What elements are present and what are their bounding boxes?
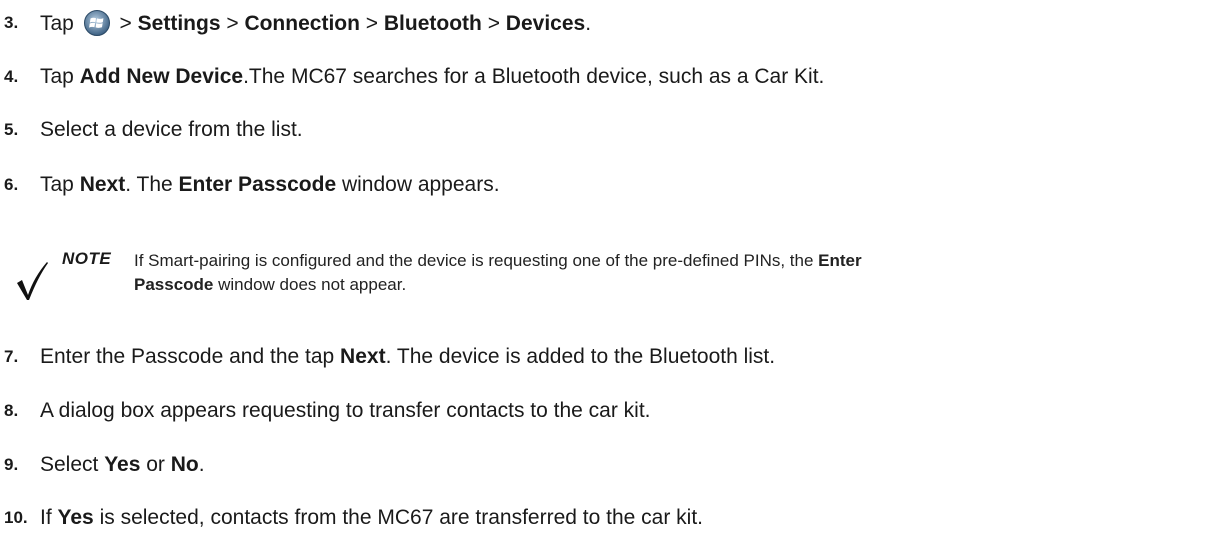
bold-term: Yes bbox=[57, 506, 94, 529]
bold-term: Add New Device bbox=[79, 65, 244, 88]
text-run: > bbox=[119, 12, 138, 35]
text-run: Enter the Passcode and the tap bbox=[40, 345, 341, 368]
step-number: 7. bbox=[4, 347, 19, 366]
text-run: . bbox=[585, 12, 592, 35]
step-4: 4. Tap Add New Device.The MC67 searches … bbox=[0, 62, 824, 92]
text-run: . bbox=[198, 453, 205, 476]
step-text: Tap > Settings > Connection > Bluetooth … bbox=[40, 10, 591, 36]
step-number: 6. bbox=[4, 175, 19, 194]
bold-term: Passcode bbox=[134, 275, 214, 294]
step-text: Select a device from the list. bbox=[40, 118, 303, 142]
bold-term: Devices bbox=[505, 12, 586, 35]
bold-term: Bluetooth bbox=[383, 12, 482, 35]
step-10: 10. If Yes is selected, contacts from th… bbox=[0, 503, 703, 533]
bold-term: Enter Passcode bbox=[178, 173, 337, 196]
step-7: 7. Enter the Passcode and the tap Next. … bbox=[0, 342, 775, 372]
step-number: 8. bbox=[4, 401, 19, 420]
bold-term: Connection bbox=[244, 12, 360, 35]
step-text: Select Yes or No. bbox=[40, 453, 205, 477]
step-number: 3. bbox=[4, 13, 19, 32]
text-run: > bbox=[220, 12, 245, 35]
bold-term: No bbox=[170, 453, 199, 476]
text-run: . The bbox=[125, 173, 179, 196]
step-6: 6. Tap Next. The Enter Passcode window a… bbox=[0, 170, 500, 200]
text-run: > bbox=[481, 12, 506, 35]
step-5: 5. Select a device from the list. bbox=[0, 115, 303, 145]
note-label: NOTE bbox=[62, 249, 112, 268]
bold-term: Next bbox=[79, 173, 126, 196]
text-run: Tap bbox=[40, 173, 80, 196]
step-3: 3. Tap > Settings > Connection > Bluetoo… bbox=[0, 8, 591, 38]
step-8: 8. A dialog box appears requesting to tr… bbox=[0, 396, 651, 426]
bold-term: Yes bbox=[104, 453, 141, 476]
step-text: Tap Next. The Enter Passcode window appe… bbox=[40, 173, 500, 197]
text-run: or bbox=[140, 453, 171, 476]
step-text: A dialog box appears requesting to trans… bbox=[40, 399, 651, 423]
step-text: If Yes is selected, contacts from the MC… bbox=[40, 506, 703, 530]
step-number: 10. bbox=[4, 508, 28, 527]
text-run: Tap bbox=[40, 65, 80, 88]
step-text: Enter the Passcode and the tap Next. The… bbox=[40, 345, 775, 369]
step-number: 9. bbox=[4, 455, 19, 474]
text-run: A dialog box appears requesting to trans… bbox=[40, 399, 651, 422]
windows-start-icon bbox=[83, 10, 110, 36]
text-run: is selected, contacts from the MC67 are … bbox=[93, 506, 703, 529]
text-run: window does not appear. bbox=[213, 275, 407, 294]
text-run: . The device is added to the Bluetooth l… bbox=[385, 345, 776, 368]
step-number: 4. bbox=[4, 67, 19, 86]
text-run: Select bbox=[40, 453, 105, 476]
text-run: Tap bbox=[40, 12, 74, 35]
note-block: NOTE If Smart-pairing is configured and … bbox=[0, 249, 1220, 319]
step-text: Tap Add New Device.The MC67 searches for… bbox=[40, 65, 824, 89]
checkmark-icon bbox=[17, 262, 48, 300]
note-text: If Smart-pairing is configured and the d… bbox=[134, 249, 1220, 297]
bold-term: Enter bbox=[818, 251, 862, 270]
bold-term: Settings bbox=[137, 12, 221, 35]
step-9: 9. Select Yes or No. bbox=[0, 450, 205, 480]
bold-term: Next bbox=[340, 345, 386, 368]
step-number: 5. bbox=[4, 120, 19, 139]
text-run: Select a device from the list. bbox=[40, 118, 303, 141]
text-run: > bbox=[359, 12, 384, 35]
text-run: If Smart-pairing is configured and the d… bbox=[134, 251, 819, 270]
text-run: window appears. bbox=[336, 173, 500, 196]
text-run: If bbox=[40, 506, 58, 529]
text-run: .The MC67 searches for a Bluetooth devic… bbox=[243, 65, 825, 88]
